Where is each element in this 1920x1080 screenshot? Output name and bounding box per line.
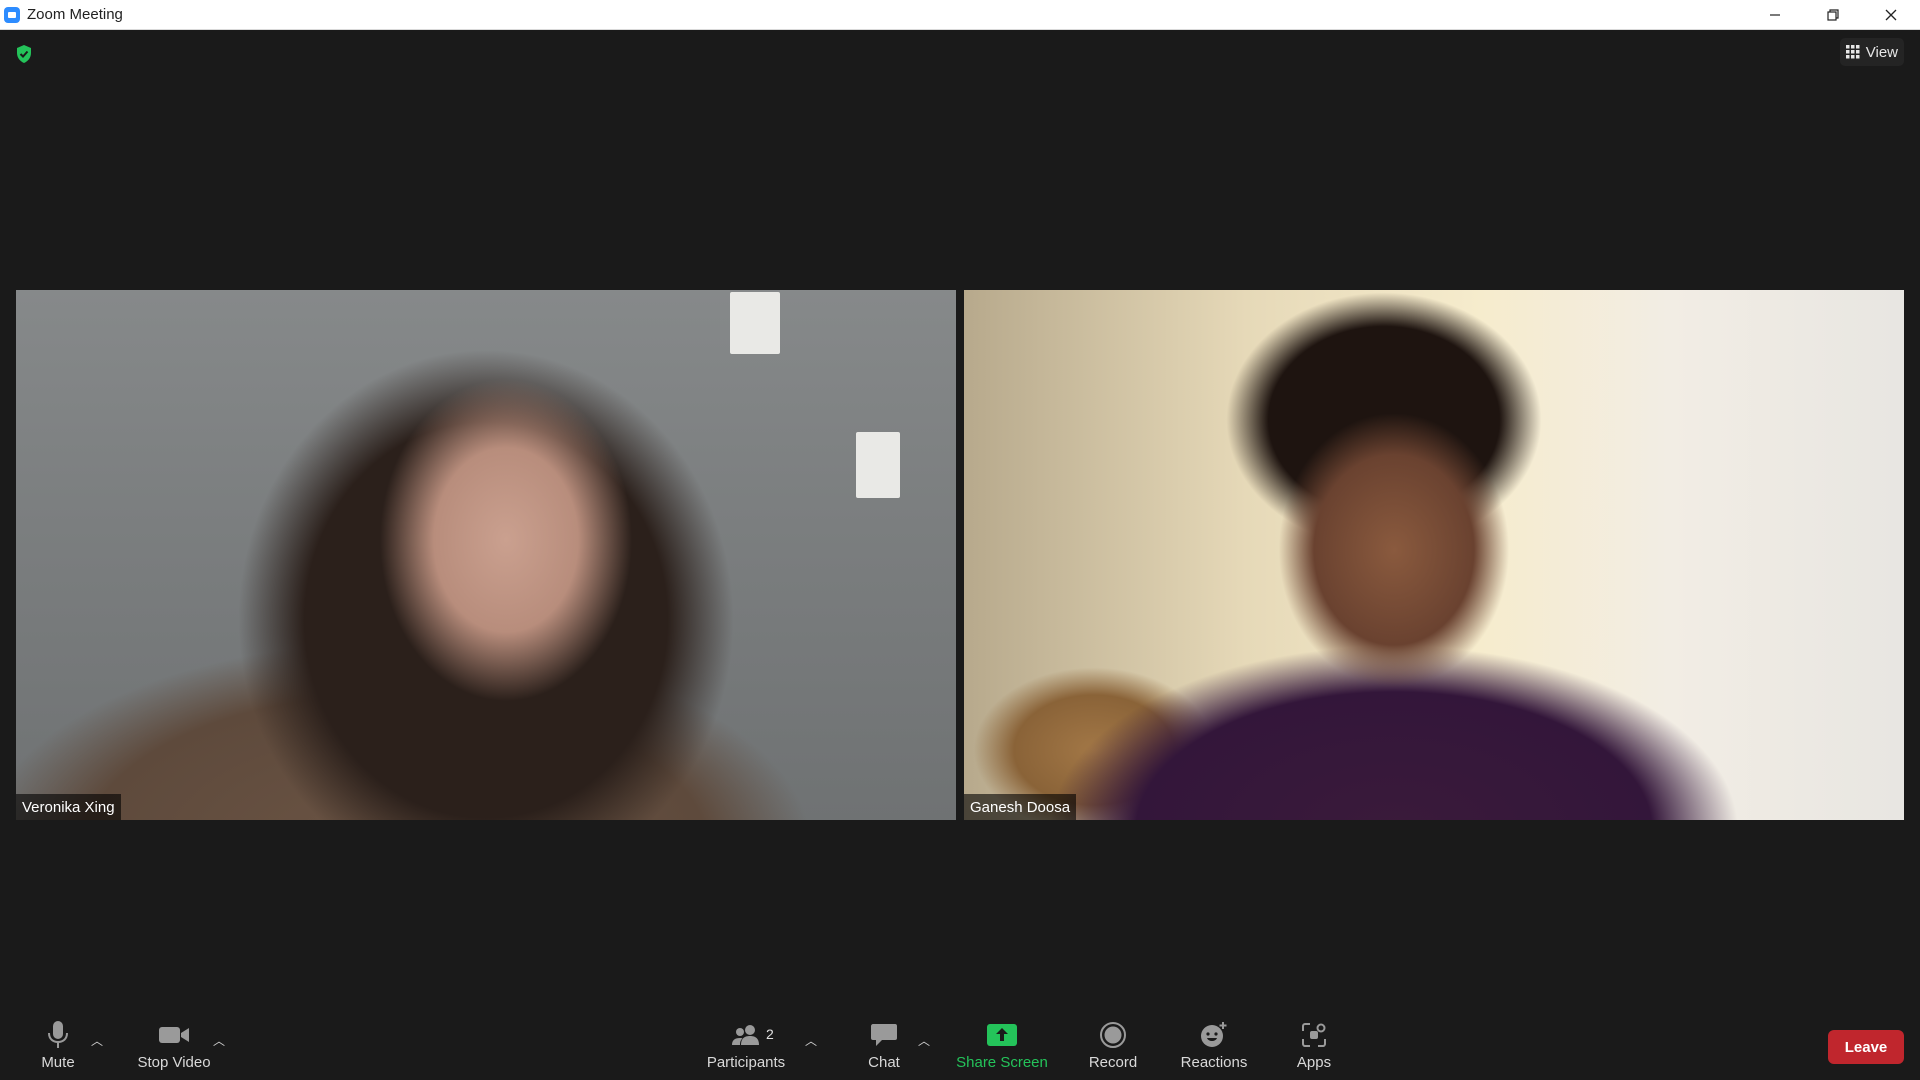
- apps-button[interactable]: Apps: [1291, 1018, 1337, 1078]
- close-button[interactable]: [1862, 0, 1920, 29]
- window-controls: [1746, 0, 1920, 29]
- close-icon: [1885, 9, 1897, 20]
- participant-name-label: Ganesh Doosa: [964, 794, 1077, 820]
- record-button[interactable]: Record: [1084, 1018, 1142, 1078]
- meeting-toolbar: Mute ︿ Stop Video ︿ Participants 2 ︿ Cha…: [0, 1010, 1920, 1080]
- chat-options-caret-icon[interactable]: ︿: [917, 1032, 931, 1049]
- chat-button[interactable]: Chat: [864, 1018, 904, 1078]
- view-label: View: [1865, 43, 1898, 61]
- chat-label: Chat: [868, 1054, 900, 1071]
- video-tile-participant-1[interactable]: Veronika Xing: [16, 290, 956, 820]
- mute-button[interactable]: Mute: [34, 1018, 82, 1078]
- chat-bubble-icon: [871, 1024, 897, 1046]
- participants-icon: [732, 1025, 759, 1045]
- share-screen-label: Share Screen: [956, 1054, 1048, 1071]
- participants-count-badge: 2: [766, 1026, 774, 1042]
- share-screen-button[interactable]: Share Screen: [955, 1018, 1049, 1078]
- video-camera-icon: [159, 1027, 189, 1043]
- reactions-button[interactable]: Reactions: [1175, 1018, 1253, 1078]
- window-title: Zoom Meeting: [27, 6, 123, 23]
- zoom-app-icon: [4, 6, 20, 23]
- grid-icon: [1845, 45, 1860, 59]
- apps-icon: [1302, 1023, 1326, 1047]
- wall-light-switch: [856, 432, 900, 498]
- view-button[interactable]: View: [1839, 38, 1904, 66]
- participant-name-label: Veronika Xing: [16, 794, 121, 820]
- restore-button[interactable]: [1804, 0, 1862, 29]
- record-label: Record: [1088, 1054, 1138, 1071]
- record-icon: [1100, 1022, 1126, 1048]
- microphone-icon: [48, 1021, 68, 1048]
- participants-label: Participants: [706, 1054, 786, 1071]
- restore-icon: [1827, 8, 1839, 21]
- leave-button[interactable]: Leave: [1828, 1030, 1904, 1064]
- participants-options-caret-icon[interactable]: ︿: [804, 1032, 818, 1049]
- stop-video-button[interactable]: Stop Video: [132, 1018, 216, 1078]
- participants-button[interactable]: Participants: [703, 1018, 789, 1078]
- meeting-stage: View Veronika Xing Ganesh Doosa: [0, 30, 1920, 1010]
- mute-label: Mute: [41, 1054, 75, 1071]
- audio-options-caret-icon[interactable]: ︿: [90, 1032, 104, 1049]
- stop-video-label: Stop Video: [137, 1054, 211, 1071]
- reactions-emoji-icon: [1201, 1022, 1227, 1047]
- apps-label: Apps: [1296, 1054, 1332, 1071]
- share-screen-icon: [987, 1024, 1017, 1046]
- minimize-button[interactable]: [1746, 0, 1804, 29]
- minimize-icon: [1770, 13, 1780, 16]
- video-options-caret-icon[interactable]: ︿: [212, 1032, 226, 1049]
- window-titlebar: Zoom Meeting: [0, 0, 1920, 30]
- reactions-label: Reactions: [1180, 1054, 1248, 1071]
- video-tile-participant-2[interactable]: Ganesh Doosa: [964, 290, 1904, 820]
- shield-check-icon[interactable]: [14, 44, 34, 64]
- wall-thermostat: [730, 292, 780, 354]
